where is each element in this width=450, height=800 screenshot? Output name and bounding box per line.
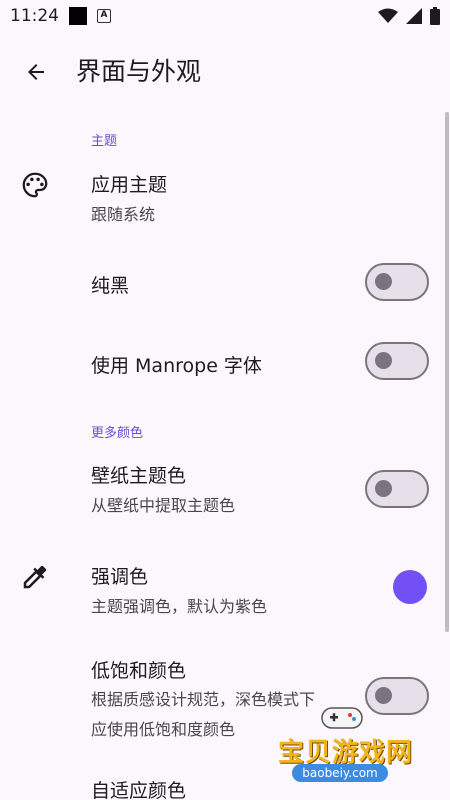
notification-square-icon <box>69 7 87 25</box>
battery-icon <box>430 7 440 25</box>
pure-black-title: 纯黑 <box>91 275 130 297</box>
status-bar: 11:24 A <box>0 0 450 32</box>
accent-color-title: 强调色 <box>91 566 149 588</box>
accent-color-subtitle: 主题强调色，默认为紫色 <box>91 597 268 616</box>
status-time: 11:24 <box>10 6 59 26</box>
accent-color-swatch[interactable] <box>393 570 427 604</box>
status-icons <box>378 7 440 25</box>
app-theme-title: 应用主题 <box>91 174 168 196</box>
low-saturation-title: 低饱和颜色 <box>91 660 187 682</box>
switch-thumb <box>375 480 392 497</box>
watermark-url: baobeiy.com <box>292 764 388 782</box>
watermark-logo: 宝贝游戏网 baobeiy.com <box>272 702 420 788</box>
section-header-more-colors: 更多颜色 <box>91 426 144 441</box>
top-app-bar: 界面与外观 <box>0 40 450 104</box>
page-title: 界面与外观 <box>76 57 202 86</box>
adaptive-color-title: 自适应颜色 <box>91 780 187 800</box>
app-theme-subtitle: 跟随系统 <box>91 205 156 224</box>
back-button[interactable] <box>18 54 54 90</box>
switch-thumb <box>375 352 392 369</box>
eyedropper-icon <box>23 565 47 589</box>
arrow-back-icon <box>28 64 44 80</box>
wallpaper-color-switch[interactable] <box>365 470 429 508</box>
low-saturation-subtitle-line2: 应使用低饱和度颜色 <box>91 720 236 739</box>
switch-thumb <box>375 273 392 290</box>
wifi-icon <box>378 8 398 23</box>
gamepad-icon <box>321 707 363 729</box>
wallpaper-color-subtitle: 从壁纸中提取主题色 <box>91 496 236 515</box>
manrope-switch[interactable] <box>365 342 429 380</box>
palette-icon <box>22 172 48 198</box>
pure-black-switch[interactable] <box>365 263 429 301</box>
section-header-theme: 主题 <box>91 134 118 149</box>
scrollbar[interactable] <box>445 112 449 632</box>
wallpaper-color-title: 壁纸主题色 <box>91 465 187 487</box>
a-badge-icon: A <box>97 9 111 23</box>
manrope-title: 使用 Manrope 字体 <box>91 355 262 377</box>
cell-signal-icon <box>406 8 422 24</box>
